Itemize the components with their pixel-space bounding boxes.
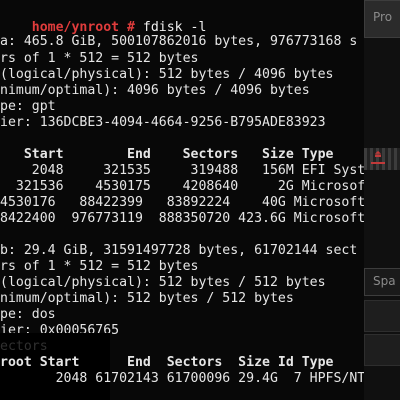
side-panel-header: Pro bbox=[364, 0, 400, 38]
disk1-identifier: ier: 136DCBE3-4094-4664-9256-B795ADE8392… bbox=[0, 115, 326, 130]
disk1-partition-row: 4530176 88422399 83892224 40G Microsoft bbox=[0, 195, 366, 210]
side-panel-mid-label: Spa bbox=[373, 274, 396, 288]
disk1-summary: a: 465.8 GiB, 500107862016 bytes, 976773… bbox=[0, 34, 358, 49]
warning-icon[interactable]: ⏏ bbox=[371, 150, 385, 164]
faint-overlay-text: ectors bbox=[0, 339, 48, 354]
disk1-label-type: pe: gpt bbox=[0, 99, 56, 114]
disk1-partition-row: 321536 4530175 4208640 2G Microsoft bbox=[0, 179, 374, 194]
disk2-partition-row: 2048 61702143 61700096 29.4G 7 HPFS/NTF bbox=[0, 371, 374, 386]
disk1-partition-row: 2048 321535 319488 156M EFI Syster bbox=[0, 163, 382, 178]
disk2-label-type: pe: dos bbox=[0, 307, 56, 322]
disk2-sector-size: (logical/physical): 512 bytes / 512 byte… bbox=[0, 275, 326, 290]
side-panel-block bbox=[364, 300, 400, 332]
side-panel-top-label: Pro bbox=[373, 10, 393, 24]
command-line: home/ynroot # fdisk -l bbox=[0, 2, 207, 35]
side-panel-section: Spa bbox=[364, 268, 400, 296]
disk1-table-header: Start End Sectors Size Type bbox=[0, 147, 334, 162]
disk2-io-size: nimum/optimal): 512 bytes / 512 bytes bbox=[0, 291, 294, 306]
side-panel[interactable]: Pro ⏏ Spa bbox=[364, 0, 400, 400]
disk2-summary: b: 29.4 GiB, 31591497728 bytes, 61702144… bbox=[0, 243, 358, 258]
disk1-sector-size: (logical/physical): 512 bytes / 4096 byt… bbox=[0, 67, 334, 82]
disk1-units: rs of 1 * 512 = 512 bytes bbox=[0, 51, 199, 66]
disk1-io-size: nimum/optimal): 4096 bytes / 4096 bytes bbox=[0, 83, 310, 98]
terminal-window[interactable]: home/ynroot # fdisk -l a: 465.8 GiB, 500… bbox=[0, 0, 400, 400]
disk2-table-header: root Start End Sectors Size Id Type bbox=[0, 355, 334, 370]
disk2-units: rs of 1 * 512 = 512 bytes bbox=[0, 259, 199, 274]
side-panel-block bbox=[364, 334, 400, 366]
disk1-partition-row: 8422400 976773119 888350720 423.6G Micro… bbox=[0, 211, 366, 226]
